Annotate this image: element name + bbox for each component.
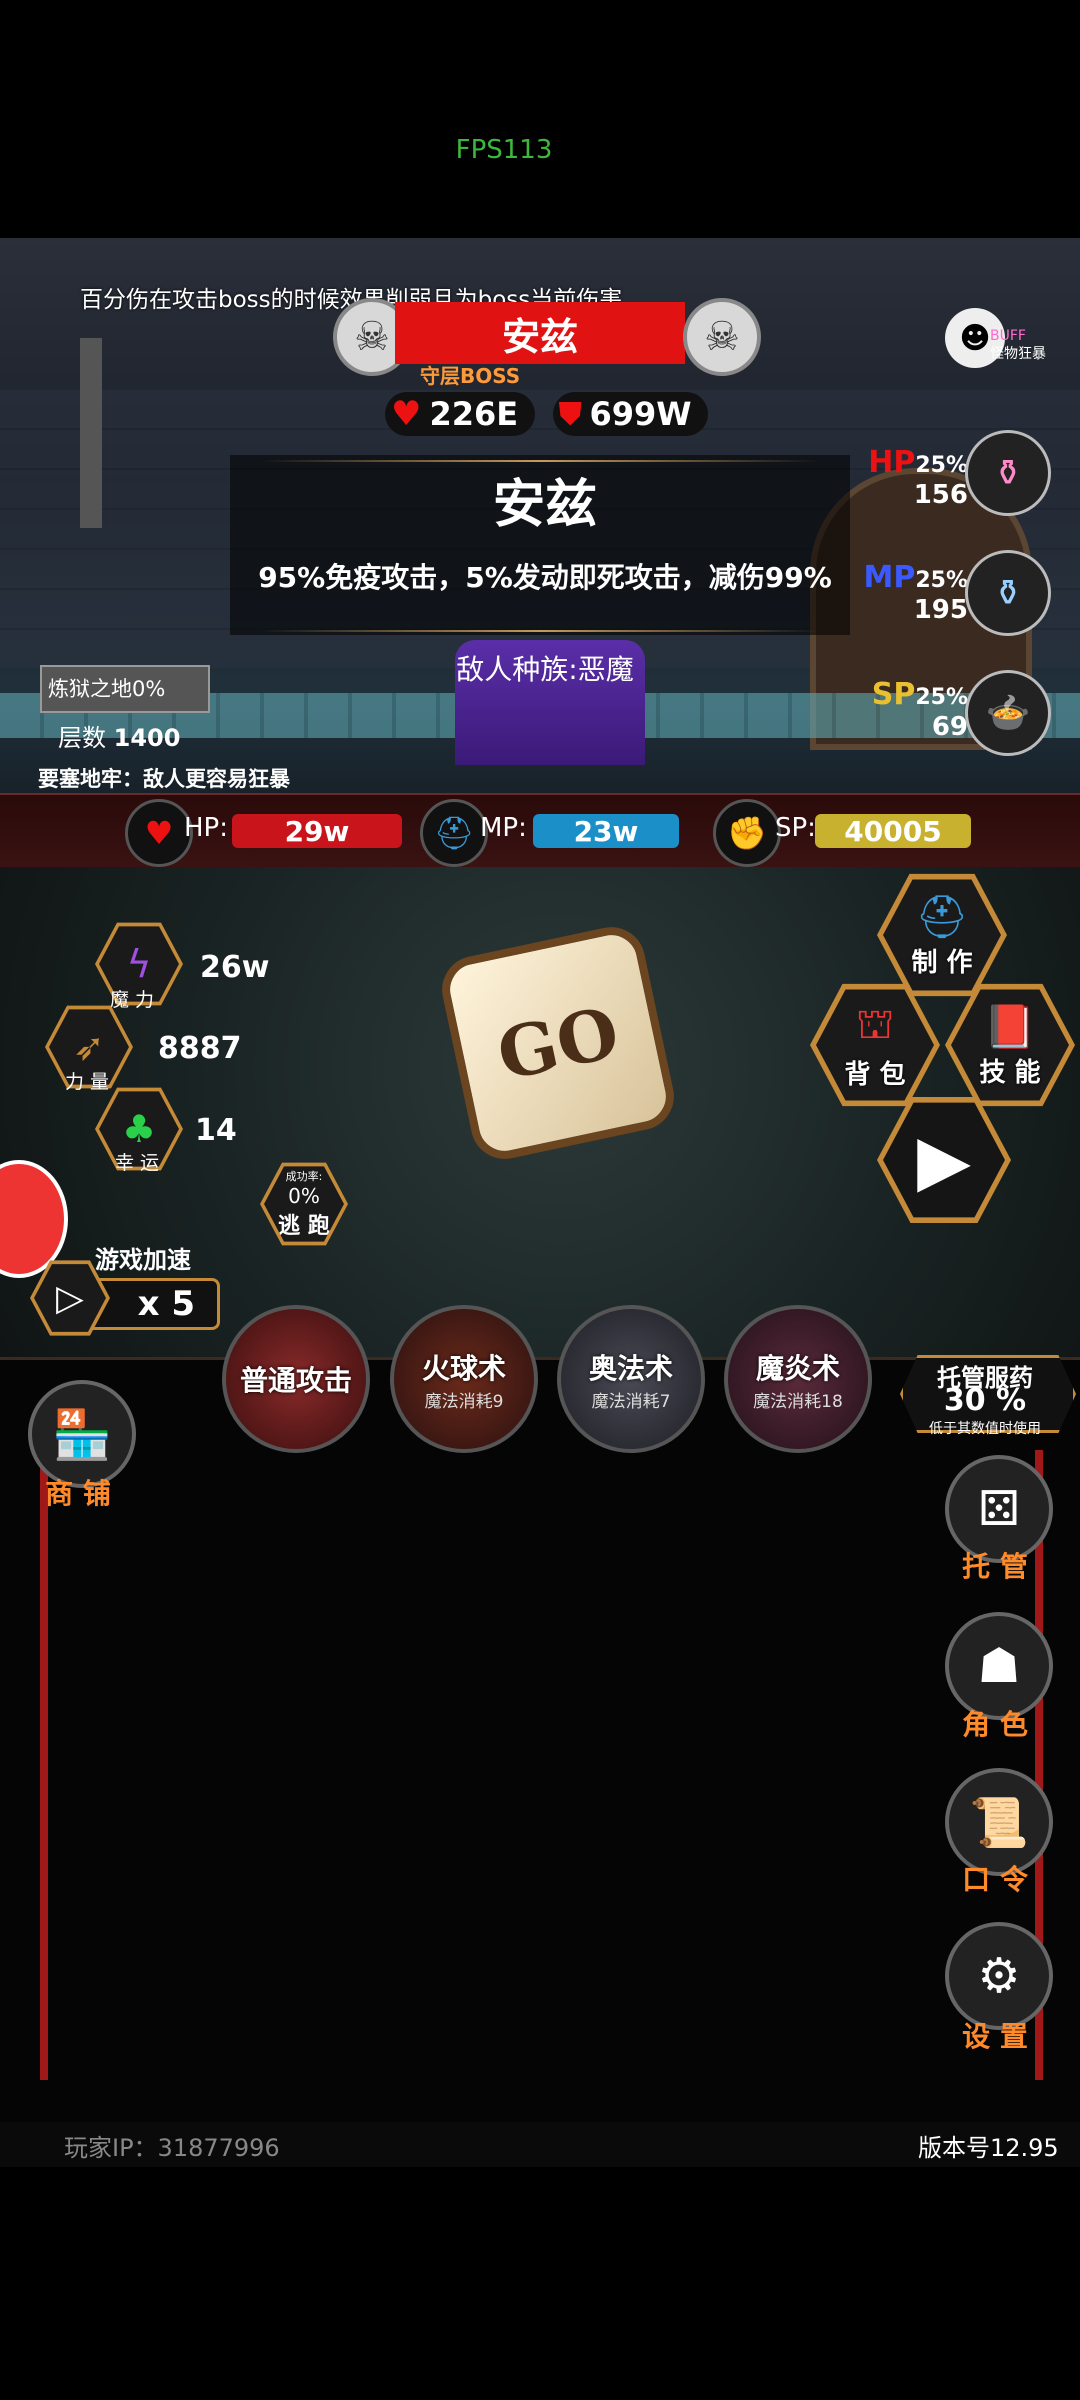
power-label: 力 量 (65, 1071, 110, 1093)
settings-label: 设 置 (962, 2020, 1028, 2053)
skill-fireball[interactable]: 火球术 魔法消耗9 (390, 1305, 538, 1453)
boss-right-skull-icon: ☠ (683, 298, 761, 376)
magic-label: 魔 力 (110, 989, 155, 1011)
frame-left (40, 1450, 48, 2080)
book-icon: 📕 (983, 1001, 1037, 1051)
auto-medicine-sub: 低于其数值时使用 (929, 1421, 1041, 1437)
play-icon: ▷ (34, 1264, 106, 1332)
shield-icon: ⛊ (559, 396, 582, 432)
scroll-icon: 📜 (969, 1794, 1029, 1851)
player-ip: 玩家IP：31877996 (64, 2134, 280, 2162)
boss-def-pill: ⛊ 699W (553, 392, 708, 436)
play-icon: ▶ (883, 1102, 1005, 1218)
hp-bar: 29w (232, 814, 402, 848)
backpack-icon: ⛫ (855, 999, 895, 1048)
password-label: 口 令 (962, 1863, 1028, 1896)
log-panel (0, 1357, 1080, 2130)
hp-potion-info: HP25% 156 (868, 445, 968, 510)
heart-icon: ♥ (391, 394, 422, 434)
helmet-icon: ⛑ (915, 891, 969, 941)
buff-sub-label: 怪物狂暴 (990, 346, 1046, 362)
guard-boss-label: 守层BOSS (420, 364, 521, 388)
sp-potion-info: SP25% 69 (871, 677, 968, 742)
hp-bar-label: HP: (184, 813, 228, 843)
magic-value: 26w (200, 950, 270, 985)
mp-potion-icon[interactable]: ⚱ (965, 550, 1051, 636)
hp-potion-icon[interactable]: ⚱ (965, 430, 1051, 516)
boss-hp-pill: ♥ 226E (385, 392, 535, 436)
role-label: 角 色 (962, 1708, 1028, 1741)
location-name: 炼狱之地0% (40, 665, 210, 713)
strength-icon: ✊ (713, 799, 781, 867)
divider (260, 630, 820, 632)
sp-bar-label: SP: (775, 813, 816, 843)
dice-icon: ⚄ (978, 1481, 1020, 1537)
hooded-figure-icon: ☗ (977, 1638, 1021, 1694)
floor-count: 层数 1400 (58, 724, 181, 752)
settings-button[interactable]: ⚙ (945, 1922, 1053, 2030)
skill-demon-flame[interactable]: 魔炎术 魔法消耗18 (724, 1305, 872, 1453)
power-value: 8887 (158, 1031, 242, 1066)
version-number: 版本号12.95 (918, 2134, 1059, 2162)
gear-icon: ⚙ (977, 1948, 1021, 2004)
player-status-bars: ♥ HP: 29w ⛑ MP: 23w ✊ SP: 40005 (0, 793, 1080, 869)
buff-label: BUFF (990, 328, 1026, 344)
shop-label: 商 铺 (45, 1477, 111, 1510)
fps-counter: FPS113 (455, 135, 553, 165)
speed-title: 游戏加速 (95, 1246, 191, 1274)
go-dice-button[interactable]: GO (435, 920, 681, 1166)
sp-food-icon[interactable]: 🍲 (965, 670, 1051, 756)
shop-icon: 🏪 (52, 1406, 112, 1463)
sp-bar: 40005 (815, 814, 971, 848)
skill-normal-attack[interactable]: 普通攻击 (222, 1305, 370, 1453)
mp-bar-label: MP: (480, 813, 527, 843)
luck-value: 14 (195, 1113, 237, 1148)
mp-potion-info: MP25% 195 (863, 560, 968, 625)
boss-hp-value: 226E (429, 395, 519, 433)
mp-bar: 23w (533, 814, 679, 848)
skill-arcane[interactable]: 奥法术 魔法消耗7 (557, 1305, 705, 1453)
heart-icon: ♥ (125, 799, 193, 867)
auto-label: 托 管 (962, 1550, 1028, 1583)
boss-def-value: 699W (589, 395, 692, 433)
luck-label: 幸 运 (115, 1152, 160, 1174)
fortress-effect: 要塞地牢：敌人更容易狂暴 (38, 767, 290, 791)
auto-medicine-value: 30 % (943, 1383, 1027, 1418)
helmet-icon: ⛑ (420, 799, 488, 867)
boss-name-bar: 安兹 (395, 302, 685, 364)
